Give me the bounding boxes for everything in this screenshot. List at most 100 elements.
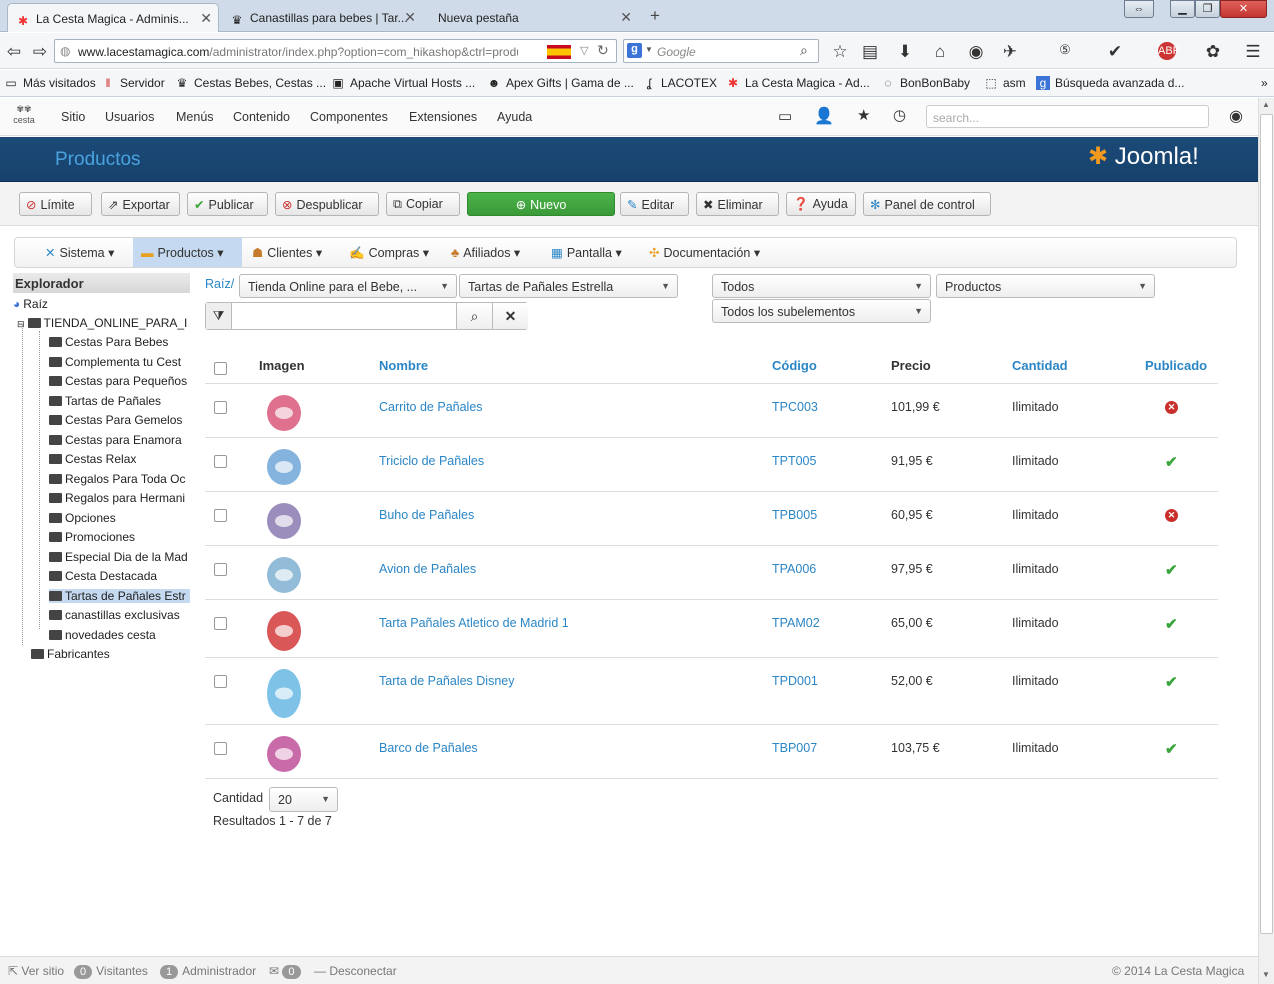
view-site-link[interactable]: ⇱ Ver sitio (8, 964, 64, 978)
puzzle-icon[interactable]: ✿ (1203, 42, 1223, 62)
tree-category-item[interactable]: Cestas Para Gemelos (49, 413, 190, 427)
limit-button[interactable]: ⊘ Límite (19, 192, 92, 216)
hika-menu-pantalla[interactable]: ▦ Pantalla ▾ (543, 238, 630, 267)
tree-category-item[interactable]: Especial Dia de la Mad (49, 550, 190, 564)
bookmark-star-icon[interactable]: ☆ (830, 42, 850, 62)
admin-search-input[interactable]: search... (926, 105, 1209, 128)
messages-status[interactable]: ✉ 0 (269, 964, 305, 979)
google-icon[interactable]: g (627, 43, 642, 58)
product-code-link[interactable]: TPD001 (772, 674, 818, 688)
search-icon[interactable]: ⌕ (800, 42, 808, 59)
help-button[interactable]: ❓ Ayuda (786, 192, 856, 216)
publish-toggle[interactable]: ✔ (1165, 453, 1178, 471)
header-published[interactable]: Publicado (1145, 358, 1207, 373)
eye-icon[interactable]: ◉ (966, 42, 986, 62)
extension-icon[interactable]: ✈ (1000, 42, 1020, 62)
edit-button[interactable]: ✎ Editar (620, 192, 689, 216)
product-code-link[interactable]: TPT005 (772, 454, 816, 468)
publish-toggle[interactable]: ✕ (1165, 507, 1178, 522)
reload-icon[interactable]: ↻ (597, 42, 609, 59)
dropdown-icon[interactable]: ▽ (580, 44, 588, 57)
bookmark-item[interactable]: ʆ LACOTEX (642, 76, 717, 90)
category-select-1[interactable]: Tienda Online para el Bebe, ... ▼ (239, 274, 457, 298)
status-select[interactable]: Todos ▼ (712, 274, 931, 298)
copy-button[interactable]: ⧉ Copiar (386, 192, 460, 216)
type-select[interactable]: Productos ▼ (936, 274, 1155, 298)
menu-usuarios[interactable]: Usuarios (105, 110, 154, 124)
scrollbar-thumb[interactable] (1260, 114, 1273, 934)
menu-sitio[interactable]: Sitio (61, 110, 85, 124)
tab-new[interactable]: Nueva pestaña ✕ (430, 3, 638, 32)
publish-toggle[interactable]: ✔ (1165, 561, 1178, 579)
header-quantity[interactable]: Cantidad (1012, 358, 1068, 373)
bookmark-item[interactable]: g Búsqueda avanzada d... (1036, 76, 1184, 90)
new-button[interactable]: ⊕ Nuevo (467, 192, 615, 216)
publish-toggle[interactable]: ✔ (1165, 673, 1178, 691)
tree-category-item[interactable]: Cestas para Pequeños (49, 374, 190, 388)
menu-extensiones[interactable]: Extensiones (409, 110, 477, 124)
select-all-checkbox[interactable] (214, 362, 227, 375)
tree-category-item[interactable]: Cestas para Enamora (49, 433, 190, 447)
unpublish-button[interactable]: ⊗ Despublicar (275, 192, 379, 216)
chevron-down-icon[interactable]: ▼ (645, 45, 653, 54)
delete-button[interactable]: ✖ Eliminar (696, 192, 779, 216)
monitor-icon[interactable]: ▭ (778, 107, 792, 125)
row-checkbox[interactable] (214, 675, 227, 688)
bookmark-item[interactable]: ✱ La Cesta Magica - Ad... (726, 76, 870, 90)
filter-search-input[interactable] (233, 303, 455, 329)
hika-menu-sistema[interactable]: ✕ Sistema ▾ (37, 238, 122, 267)
product-thumbnail[interactable] (260, 554, 308, 594)
menu-componentes[interactable]: Componentes (310, 110, 388, 124)
product-code-link[interactable]: TPAM02 (772, 616, 820, 630)
product-name-link[interactable]: Triciclo de Pañales (379, 454, 484, 468)
product-code-link[interactable]: TBP007 (772, 741, 817, 755)
bookmark-item[interactable]: ▭ Más visitados (4, 76, 95, 90)
product-name-link[interactable]: Carrito de Pañales (379, 400, 483, 414)
minimize-icon[interactable]: ▁ (1170, 0, 1195, 18)
product-thumbnail[interactable] (260, 392, 308, 432)
tree-category-item[interactable]: Opciones (49, 511, 190, 525)
tree-category-item[interactable]: Promociones (49, 530, 190, 544)
hika-menu-compras[interactable]: ✍ Compras ▾ (341, 238, 437, 267)
product-name-link[interactable]: Barco de Pañales (379, 741, 478, 755)
search-engine-box[interactable]: g ▼ Google ⌕ (623, 39, 819, 63)
star-icon[interactable]: ★ (857, 106, 870, 124)
product-code-link[interactable]: TPC003 (772, 400, 818, 414)
category-select-2[interactable]: Tartas de Pañales Estrella ▼ (459, 274, 678, 298)
row-checkbox[interactable] (214, 742, 227, 755)
menu-menus[interactable]: Menús (176, 110, 214, 124)
bookmark-item[interactable]: ▣ Apache Virtual Hosts ... (331, 76, 475, 90)
tab-canastillas[interactable]: ♛ Canastillas para bebes | Tar... ✕ (222, 3, 422, 32)
product-name-link[interactable]: Tarta Pañales Atletico de Madrid 1 (379, 616, 569, 630)
row-checkbox[interactable] (214, 563, 227, 576)
scroll-down-icon[interactable]: ▼ (1262, 970, 1270, 979)
restore-icon[interactable]: ⇔ (1124, 0, 1154, 18)
tree-store[interactable]: ⊟ TIENDA_ONLINE_PARA_I (17, 316, 190, 330)
page-scrollbar[interactable]: ▲ ▼ (1258, 98, 1274, 984)
home-icon[interactable]: ⌂ (930, 42, 950, 62)
clock-icon[interactable]: ◷ (893, 106, 906, 124)
close-tab-icon[interactable]: ✕ (404, 9, 416, 26)
publish-toggle[interactable]: ✔ (1165, 740, 1178, 758)
logout-link[interactable]: — Desconectar (314, 964, 397, 978)
product-thumbnail[interactable] (260, 446, 308, 486)
clear-icon[interactable]: ✕ (492, 303, 528, 329)
site-logo[interactable]: ✾✾ cesta (7, 104, 41, 130)
tree-category-item[interactable]: Tartas de Pañales Estr (49, 588, 190, 603)
close-tab-icon[interactable]: ✕ (200, 10, 212, 27)
product-name-link[interactable]: Avion de Pañales (379, 562, 476, 576)
more-bookmarks-icon[interactable]: » (1261, 76, 1268, 90)
tree-category-item[interactable]: Tartas de Pañales (49, 394, 190, 408)
hika-menu-productos[interactable]: ▬ Productos ▾ (133, 238, 242, 267)
bookmark-item[interactable]: ☻ Apex Gifts | Gama de ... (487, 76, 634, 90)
hika-menu-documentacion[interactable]: ✣ Documentación ▾ (641, 238, 768, 267)
product-thumbnail[interactable] (260, 666, 308, 718)
maximize-icon[interactable]: ❐ (1195, 0, 1220, 18)
tab-admin[interactable]: ✱ La Cesta Magica - Adminis... ✕ (7, 3, 219, 32)
hika-menu-afiliados[interactable]: ♣ Afiliados ▾ (443, 238, 528, 267)
close-window-icon[interactable]: ✕ (1220, 0, 1267, 18)
tree-category-item[interactable]: Regalos Para Toda Oc (49, 472, 190, 486)
tree-category-item[interactable]: Complementa tu Cest (49, 355, 190, 369)
user-icon[interactable]: 👤 (814, 106, 834, 126)
tree-category-item[interactable]: canastillas exclusivas (49, 608, 190, 622)
